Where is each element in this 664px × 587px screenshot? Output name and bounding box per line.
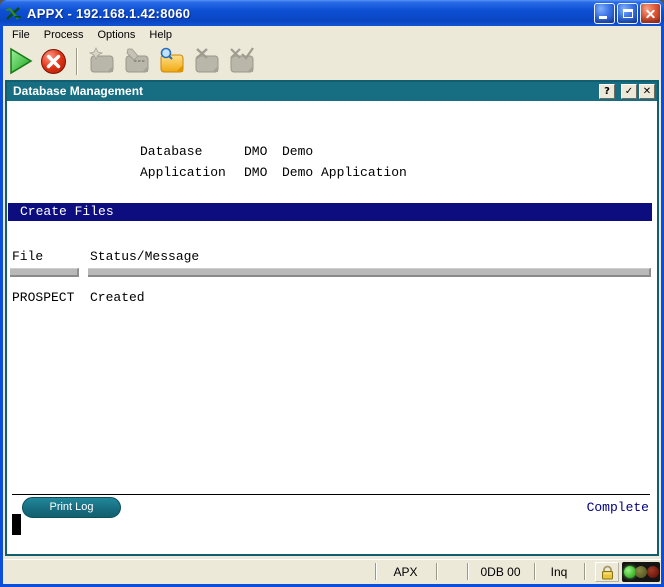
status-segment-odb: 0DB 00 bbox=[467, 565, 534, 579]
stop-button[interactable] bbox=[40, 48, 67, 75]
maximize-button[interactable] bbox=[617, 3, 638, 24]
panel-header: Database Management ? ✓ ✕ bbox=[7, 82, 657, 101]
keyboard-lock-cell[interactable] bbox=[595, 562, 619, 582]
application-label: Application bbox=[140, 165, 226, 180]
statusbar: APX 0DB 00 Inq bbox=[3, 559, 661, 584]
toolbar bbox=[3, 43, 661, 79]
lock-icon bbox=[600, 565, 615, 580]
table-row-file: PROSPECT bbox=[12, 290, 74, 305]
app-window: APPX - 192.168.1.42:8060 File Process Op… bbox=[0, 0, 664, 587]
footer-divider bbox=[12, 494, 650, 495]
section-header-bar: Create Files bbox=[8, 203, 652, 221]
maximize-icon bbox=[623, 9, 633, 18]
menu-process[interactable]: Process bbox=[37, 28, 91, 42]
database-management-panel: Database Management ? ✓ ✕ Database DMO D… bbox=[5, 80, 659, 556]
completion-status: Complete bbox=[587, 500, 649, 515]
database-description: Demo bbox=[282, 144, 313, 159]
cancel-button[interactable]: ✕ bbox=[639, 84, 655, 99]
close-button[interactable] bbox=[640, 3, 661, 24]
edit-icon bbox=[122, 47, 151, 75]
toolbar-separator bbox=[76, 48, 78, 75]
status-field-bar bbox=[88, 268, 651, 277]
appx-logo-icon bbox=[5, 6, 22, 21]
led-amber-dim-icon bbox=[635, 566, 647, 578]
menu-options[interactable]: Options bbox=[90, 28, 142, 42]
menu-file[interactable]: File bbox=[5, 28, 37, 42]
minimize-icon bbox=[599, 16, 607, 19]
column-header-status: Status/Message bbox=[90, 249, 199, 264]
menubar: File Process Options Help bbox=[3, 27, 661, 43]
status-segment-apx: APX bbox=[375, 565, 436, 579]
browse-icon[interactable] bbox=[157, 47, 186, 75]
database-label: Database bbox=[140, 144, 202, 159]
menu-help[interactable]: Help bbox=[142, 28, 179, 42]
titlebar[interactable]: APPX - 192.168.1.42:8060 bbox=[0, 0, 664, 26]
panel-header-buttons: ? ✓ ✕ bbox=[597, 84, 655, 99]
led-red-dim-icon bbox=[647, 566, 659, 578]
run-button[interactable] bbox=[8, 47, 34, 75]
ok-button[interactable]: ✓ bbox=[621, 84, 637, 99]
add-icon bbox=[87, 47, 116, 75]
help-button[interactable]: ? bbox=[599, 84, 615, 99]
status-segment-inq: Inq bbox=[534, 565, 584, 579]
table-row-status: Created bbox=[90, 290, 145, 305]
section-header-label: Create Files bbox=[20, 203, 114, 221]
file-field-bar bbox=[10, 268, 79, 277]
confirm-delete-icon bbox=[227, 47, 256, 75]
text-cursor bbox=[12, 514, 21, 535]
window-title: APPX - 192.168.1.42:8060 bbox=[27, 6, 190, 21]
print-log-button[interactable]: Print Log bbox=[22, 497, 121, 518]
delete-icon bbox=[192, 47, 221, 75]
application-description: Demo Application bbox=[282, 165, 407, 180]
panel-title: Database Management bbox=[13, 82, 143, 101]
minimize-button[interactable] bbox=[594, 3, 615, 24]
status-led-panel bbox=[622, 562, 660, 582]
column-header-file: File bbox=[12, 249, 43, 264]
window-controls bbox=[594, 3, 661, 24]
database-code: DMO bbox=[244, 144, 267, 159]
application-code: DMO bbox=[244, 165, 267, 180]
